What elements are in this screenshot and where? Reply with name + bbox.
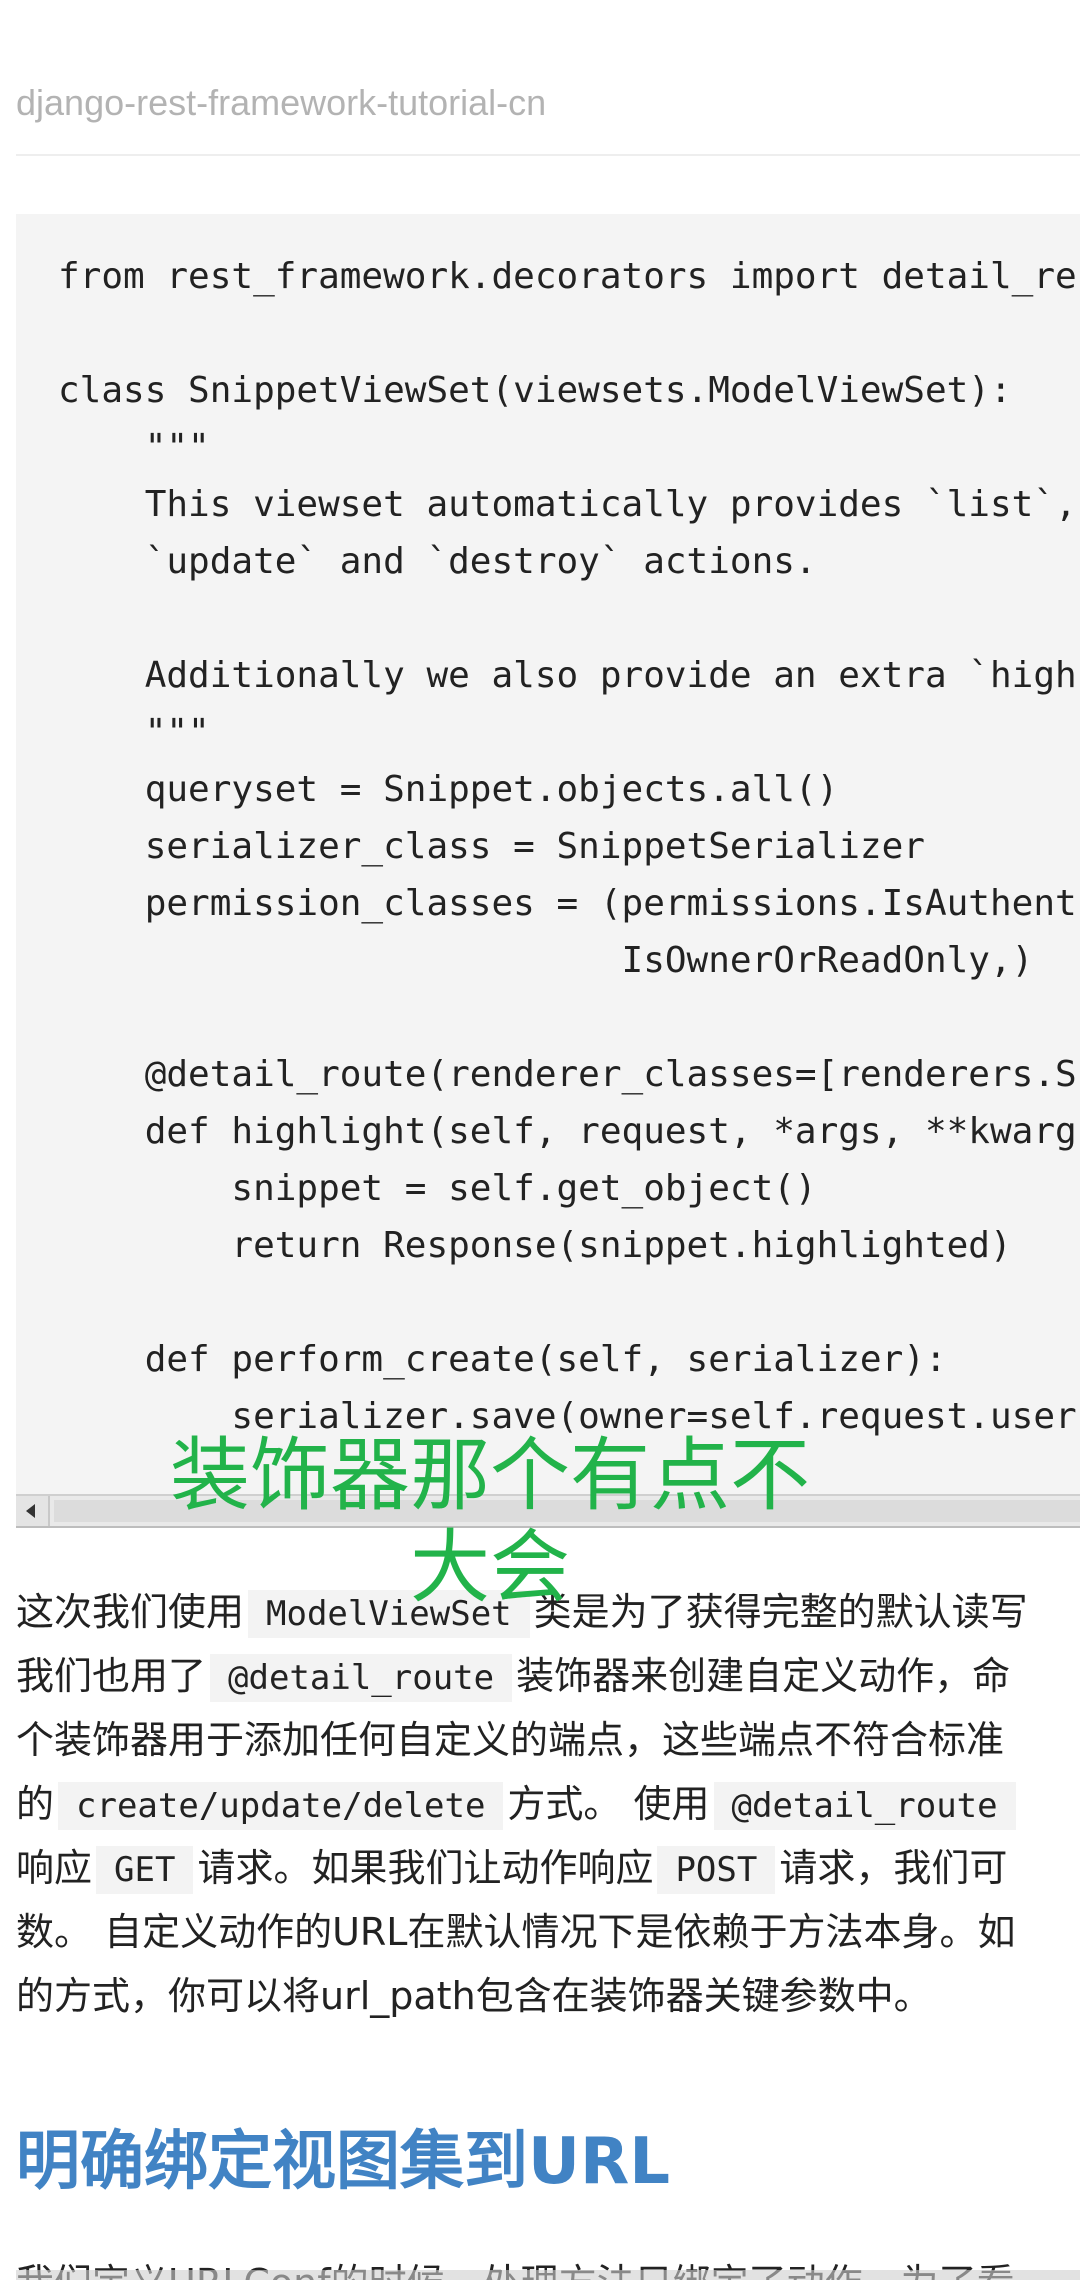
paragraph-line: 数。 自定义动作的URL在默认情况下是依赖于方法本身。如: [16, 1904, 1015, 1960]
scroll-left-arrow-icon[interactable]: [16, 1496, 50, 1526]
paragraph-line: 的方式，你可以将url_path包含在装饰器关键参数中。: [16, 1968, 932, 2024]
inline-code: @detail_route: [210, 1654, 513, 1702]
code-line: class SnippetViewSet(viewsets.ModelViewS…: [58, 370, 1012, 411]
code-line: IsOwnerOrReadOnly,): [58, 940, 1034, 981]
page-header: django-rest-framework-tutorial-cn: [16, 76, 1080, 156]
code-line: """: [58, 427, 210, 468]
code-line: def perform_create(self, serializer):: [58, 1339, 947, 1380]
code-line: """: [58, 712, 210, 753]
text: 请求，我们可: [779, 1846, 1008, 1890]
code-line: serializer_class = SnippetSerializer: [58, 826, 925, 867]
inline-code: GET: [96, 1846, 194, 1894]
code-block[interactable]: from rest_framework.decorators import de…: [16, 214, 1080, 1494]
paragraph-line: 我们也用了 @detail_route 装饰器来创建自定义动作，命: [16, 1648, 1010, 1704]
paragraph-line: 个装饰器用于添加任何自定义的端点，这些端点不符合标准: [16, 1712, 1004, 1768]
book-title[interactable]: django-rest-framework-tutorial-cn: [16, 82, 546, 124]
text: 方式。 使用: [507, 1782, 710, 1826]
text: 个装饰器用于添加任何自定义的端点，这些端点不符合标准: [16, 1718, 1005, 1762]
page-horizontal-scrollbar[interactable]: [16, 2270, 1080, 2280]
text: 装饰器来创建自定义动作，命: [516, 1654, 1011, 1698]
code-line: This viewset automatically provides `lis…: [58, 484, 1077, 525]
code-line: Additionally we also provide an extra `h…: [58, 655, 1077, 696]
text: 数。 自定义动作的URL在默认情况下是依赖于方法本身。如: [16, 1910, 1016, 1954]
text: 的方式，你可以将url_path包含在装饰器关键参数中。: [16, 1974, 932, 2018]
text: 请求。如果我们让动作响应: [197, 1846, 654, 1890]
inline-code: POST: [657, 1846, 776, 1894]
section-heading: 明确绑定视图集到URL: [16, 2125, 671, 2199]
paragraph-line: 响应 GET 请求。如果我们让动作响应 POST 请求，我们可: [16, 1840, 1007, 1896]
inline-code: create/update/delete: [58, 1782, 504, 1830]
code-line: `update` and `destroy` actions.: [58, 541, 817, 582]
text: 的: [16, 1782, 55, 1826]
code-line: @detail_route(renderer_classes=[renderer…: [58, 1054, 1077, 1095]
code-line: queryset = Snippet.objects.all(): [58, 769, 839, 810]
code-line: permission_classes = (permissions.IsAuth…: [58, 883, 1077, 924]
code-line: from rest_framework.decorators import de…: [58, 256, 1077, 297]
paragraph-line: 的 create/update/delete 方式。 使用 @detail_route: [16, 1776, 1020, 1832]
inline-code: @detail_route: [713, 1782, 1016, 1830]
code-line: def highlight(self, request, *args, **kw…: [58, 1111, 1077, 1152]
code-line: snippet = self.get_object(): [58, 1168, 817, 1209]
text: 我们也用了: [16, 1654, 207, 1698]
danmaku-comment: 装饰器那个有点不大会: [170, 1429, 810, 1614]
text: 响应: [16, 1846, 93, 1890]
code-line: return Response(snippet.highlighted): [58, 1225, 1012, 1266]
